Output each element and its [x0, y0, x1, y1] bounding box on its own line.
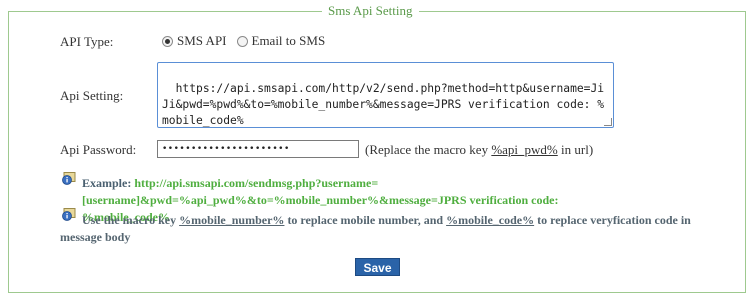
info-icon: [62, 172, 76, 185]
sms-api-radio-label[interactable]: SMS API: [177, 33, 227, 49]
mobile-code-macro: %mobile_code%: [446, 213, 535, 227]
save-button[interactable]: Save: [355, 258, 400, 276]
api-pwd-macro: %api_pwd%: [491, 142, 558, 157]
api-setting-value: https://api.smsapi.com/http/v2/send.php?…: [162, 82, 605, 127]
example-label: Example:: [82, 176, 135, 190]
api-password-note: (Replace the macro key %api_pwd% in url): [365, 142, 593, 158]
mobile-number-macro: %mobile_number%: [179, 213, 285, 227]
api-password-note-suffix: in url): [557, 142, 594, 157]
email-to-sms-radio-label[interactable]: Email to SMS: [252, 33, 326, 49]
usage-middle: to replace mobile number, and: [284, 213, 447, 227]
resize-handle[interactable]: [604, 118, 612, 126]
usage-prefix: Use the macro key: [82, 213, 180, 227]
section-title: Sms Api Setting: [322, 3, 419, 19]
email-to-sms-radio[interactable]: [236, 35, 248, 47]
api-type-label: API Type:: [60, 34, 114, 49]
api-setting-label: Api Setting:: [60, 88, 124, 103]
usage-note: Use the macro key %mobile_number% to rep…: [60, 212, 700, 246]
api-setting-textarea[interactable]: https://api.smsapi.com/http/v2/send.php?…: [157, 62, 614, 128]
api-type-radio-group: SMS API Email to SMS: [162, 33, 335, 49]
sms-api-radio[interactable]: [162, 35, 173, 47]
api-password-note-prefix: (Replace the macro key: [365, 142, 492, 157]
api-password-label: Api Password:: [60, 142, 137, 157]
api-password-input[interactable]: ••••••••••••••••••••••: [157, 140, 359, 158]
